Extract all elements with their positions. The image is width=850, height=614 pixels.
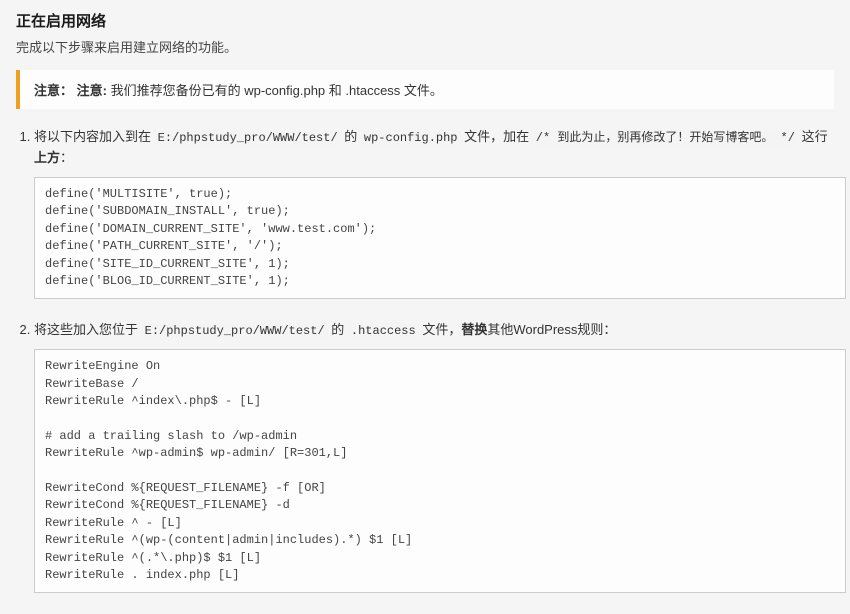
step1-path: E:/phpstudy_pro/WWW/test/ [155, 130, 341, 146]
wp-config-code[interactable] [34, 177, 846, 299]
step1-mid2: 文件，加在 [461, 129, 533, 144]
step2-file: .htaccess [348, 323, 419, 339]
step2-mid2: 文件， [419, 322, 462, 337]
step2-suffix: 其他WordPress规则： [487, 322, 616, 337]
step1-mid1: 的 [341, 129, 361, 144]
step1-suffix1: 这行 [798, 129, 828, 144]
page-container: 正在启用网络 完成以下步骤来启用建立网络的功能。 注意： 注意: 我们推荐您备份… [0, 0, 850, 600]
step1-file: wp-config.php [361, 130, 461, 146]
step2-path: E:/phpstudy_pro/WWW/test/ [142, 323, 328, 339]
htaccess-code[interactable] [34, 349, 846, 593]
step1-comment: /* 到此为止，别再修改了！开始写博客吧。 */ [533, 130, 798, 146]
step-1: 将以下内容加入到在 E:/phpstudy_pro/WWW/test/ 的 wp… [34, 127, 834, 306]
step-2: 将这些加入您位于 E:/phpstudy_pro/WWW/test/ 的 .ht… [34, 320, 834, 600]
step1-prefix: 将以下内容加入到在 [34, 129, 155, 144]
notice-label-1: 注意： [34, 83, 73, 98]
notice-label-2: 注意: [77, 83, 107, 98]
notice-box: 注意： 注意: 我们推荐您备份已有的 wp-config.php 和 .htac… [16, 70, 834, 109]
page-subtitle: 完成以下步骤来启用建立网络的功能。 [0, 37, 850, 70]
steps-list: 将以下内容加入到在 E:/phpstudy_pro/WWW/test/ 的 wp… [16, 127, 834, 600]
step2-mid1: 的 [328, 322, 348, 337]
notice-text: 我们推荐您备份已有的 wp-config.php 和 .htaccess 文件。 [111, 83, 443, 98]
step1-suffix-bold: 上方 [34, 150, 60, 165]
step2-prefix: 将这些加入您位于 [34, 322, 142, 337]
step2-bold: 替换 [461, 322, 487, 337]
page-title: 正在启用网络 [0, 0, 850, 37]
step1-suffix2: ： [60, 150, 73, 165]
